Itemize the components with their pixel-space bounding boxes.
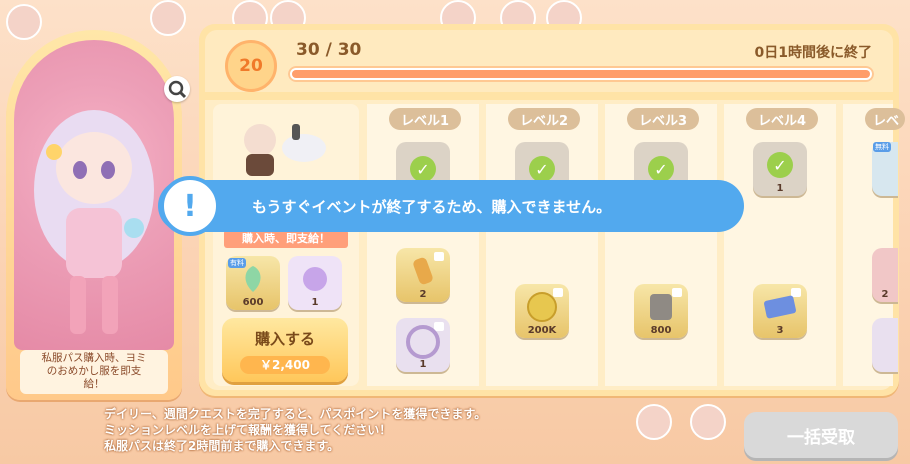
paid-reward-item[interactable]: 3 [753, 284, 807, 338]
magnifier-icon [168, 80, 187, 99]
item-count: 200K [527, 325, 557, 336]
level-label: レベル2 [508, 108, 580, 130]
level-label: レベル1 [389, 108, 461, 130]
token-icon [303, 267, 327, 291]
character-caption: 私服パス購入時、ヨミ のおめかし服を即支 給！ [20, 350, 168, 394]
top-character-decoration [150, 0, 186, 36]
free-badge: 無料 [873, 142, 891, 152]
progress-text: 30 / 30 [296, 40, 362, 60]
buy-button-label: 購入する [254, 330, 315, 348]
top-character-decoration [6, 4, 42, 40]
character-illustration [34, 110, 154, 334]
caption-line: 私服パス購入時、ヨミ [41, 352, 147, 364]
footer-line: 私服パスは終了2時間前まで購入できます。 [104, 439, 340, 453]
item-count: 2 [881, 289, 889, 300]
free-reward-locked[interactable]: 無料 [872, 142, 898, 196]
collect-all-button[interactable]: 一括受取 [744, 412, 898, 458]
tablet-icon [650, 294, 672, 320]
lock-icon [553, 288, 563, 297]
check-icon: ✓ [767, 152, 793, 178]
level-badge: 20 [225, 40, 277, 92]
item-count: 1 [776, 183, 784, 194]
pass-item-feather[interactable]: 有料 600 [226, 256, 280, 310]
level-label: レベ [865, 108, 905, 130]
footer-line: デイリー、週間クエストを完了すると、パスポイントを獲得できます。 [104, 407, 487, 421]
pass-characters-illustration [232, 118, 332, 178]
paid-reward-item[interactable]: 800 [634, 284, 688, 338]
item-count: 800 [650, 325, 672, 336]
caption-line: 給！ [83, 378, 105, 390]
check-icon: ✓ [648, 156, 674, 182]
paid-reward-item[interactable]: 1 [396, 318, 450, 372]
bottom-character-decoration [690, 404, 726, 440]
bottle-icon [413, 257, 433, 285]
exclamation-icon: ! [160, 176, 220, 236]
bottom-character-decoration [636, 404, 672, 440]
progress-bar-fill [292, 70, 870, 78]
zoom-button[interactable] [164, 76, 190, 102]
price-label: ￥2,400 [240, 356, 330, 374]
level-label: レベル3 [627, 108, 699, 130]
footer-notes: デイリー、週間クエストを完了すると、パスポイントを獲得できます。 ミッションレベ… [104, 406, 486, 454]
free-reward-claimed[interactable]: ✓ 1 [753, 142, 807, 196]
banner-message: もうすぐイベントが終了するため、購入できません。 [252, 198, 612, 216]
event-end-timer: 0日1時間後に終了 [754, 45, 872, 61]
paid-reward-item[interactable]: 2 [396, 248, 450, 302]
leaf-icon [245, 266, 261, 292]
ticket-icon [764, 295, 796, 319]
item-count: 2 [419, 289, 427, 300]
footer-line: ミッションレベルを上げて報酬を獲得してください！ [104, 423, 392, 437]
pass-ribbon: 購入時、即支給！ [224, 230, 348, 248]
level-label: レベル4 [746, 108, 818, 130]
item-count: 600 [242, 297, 264, 308]
item-count: 1 [311, 297, 319, 308]
coin-icon [527, 292, 557, 322]
pass-item-badge[interactable]: 1 [288, 256, 342, 310]
check-icon: ✓ [529, 156, 555, 182]
paid-reward-item[interactable]: 200K [515, 284, 569, 338]
frame-icon [406, 325, 440, 359]
check-icon: ✓ [410, 156, 436, 182]
caption-line: のおめかし服を即支 [46, 365, 142, 377]
item-count: 3 [776, 325, 784, 336]
paid-reward-item[interactable]: 2 [872, 248, 898, 302]
character-portrait [14, 40, 174, 350]
paid-reward-item[interactable] [872, 318, 898, 372]
